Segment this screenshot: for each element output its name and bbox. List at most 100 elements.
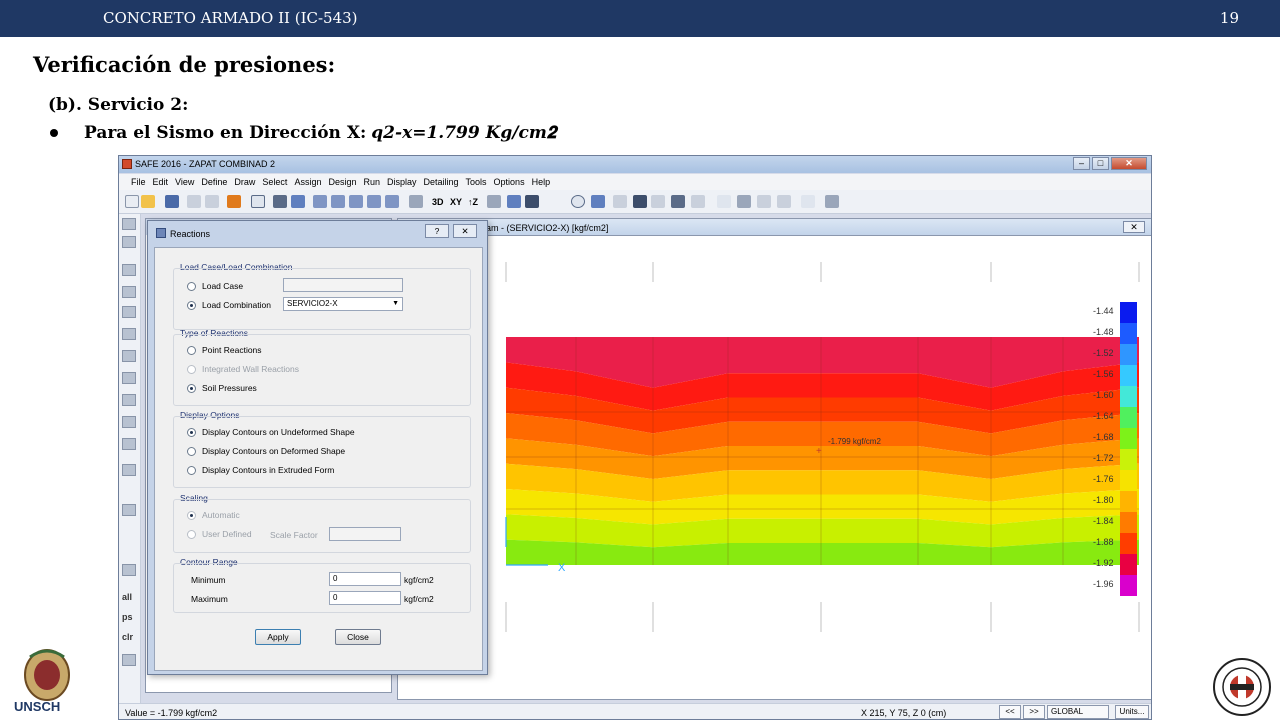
close-button[interactable]: Close — [335, 629, 381, 645]
run-check-icon[interactable] — [291, 195, 305, 208]
load-combination-select[interactable]: SERVICIO2-X ▼ — [283, 297, 403, 311]
intersect-icon[interactable] — [122, 564, 136, 576]
pan-icon[interactable] — [409, 195, 423, 208]
check-icon[interactable] — [525, 195, 539, 208]
reshape-icon[interactable] — [122, 236, 136, 248]
view-z-button[interactable]: ↑Z — [468, 197, 478, 207]
draw-column-icon[interactable] — [122, 328, 136, 340]
draw-rectangle-icon[interactable] — [122, 286, 136, 298]
dialog-title-bar: Reactions ? ✕ — [148, 221, 487, 243]
radio-load-combination[interactable]: Load Combination — [187, 300, 271, 310]
design-icon[interactable] — [757, 195, 771, 208]
load-case-select[interactable] — [283, 278, 403, 292]
menu-options[interactable]: Options — [494, 174, 532, 190]
radio-deformed[interactable]: Display Contours on Deformed Shape — [187, 446, 345, 456]
slab-icon[interactable] — [717, 195, 731, 208]
circle-icon[interactable] — [571, 195, 585, 208]
radio-load-case[interactable]: Load Case — [187, 281, 243, 291]
zoom-out-icon[interactable] — [349, 195, 363, 208]
menu-display[interactable]: Display — [387, 174, 424, 190]
minimize-button[interactable]: – — [1073, 157, 1090, 170]
units-button[interactable]: Units... — [1115, 705, 1149, 719]
new-file-icon[interactable] — [125, 195, 139, 208]
menu-detailing[interactable]: Detailing — [424, 174, 466, 190]
minimum-label: Minimum — [191, 575, 226, 585]
menu-assign[interactable]: Assign — [294, 174, 328, 190]
zoom-window-icon[interactable] — [313, 195, 327, 208]
legend-color-swatch — [1120, 470, 1137, 491]
radio-integrated-wall[interactable]: Integrated Wall Reactions — [187, 364, 299, 374]
grid-icon[interactable] — [122, 654, 136, 666]
radio-point-reactions[interactable]: Point Reactions — [187, 345, 262, 355]
close-window-button[interactable]: ✕ — [1111, 157, 1147, 170]
menu-draw[interactable]: Draw — [234, 174, 262, 190]
maximum-input[interactable]: 0 — [329, 591, 401, 605]
snap-icon[interactable] — [122, 464, 136, 476]
menu-run[interactable]: Run — [363, 174, 387, 190]
menu-select[interactable]: Select — [262, 174, 294, 190]
draw-slab-icon[interactable] — [122, 306, 136, 318]
legend-color-swatch — [1120, 386, 1137, 407]
radio-soil-pressures[interactable]: Soil Pressures — [187, 383, 257, 393]
run-icon[interactable] — [273, 195, 287, 208]
coordinate-system-select[interactable]: GLOBAL — [1047, 705, 1109, 719]
load-icon[interactable] — [633, 195, 647, 208]
undo-icon[interactable] — [187, 195, 201, 208]
view-xy-button[interactable]: XY — [450, 197, 462, 207]
table-icon[interactable] — [801, 195, 815, 208]
beam-icon[interactable] — [737, 195, 751, 208]
select-all-button[interactable]: all — [122, 592, 132, 602]
soil-pressure-plot: -1.44 -1.48 -1.52 -1.56 -1.60 -1.64 -1.68 -1.72… — [505, 262, 1140, 632]
pencil-icon[interactable] — [227, 195, 241, 208]
next-view-button[interactable]: >> — [1023, 705, 1045, 719]
view-3d-button[interactable]: 3D — [432, 197, 444, 207]
menu-file[interactable]: File — [131, 174, 153, 190]
reactions-icon[interactable] — [651, 195, 665, 208]
open-folder-icon[interactable] — [141, 195, 155, 208]
draw-wall-icon[interactable] — [122, 394, 136, 406]
draw-tendon-icon[interactable] — [122, 438, 136, 450]
strip-icon[interactable] — [691, 195, 705, 208]
close-plot-button[interactable]: ✕ — [1123, 221, 1145, 233]
axis-x-label: X — [558, 562, 566, 574]
zoom-all-icon[interactable] — [367, 195, 381, 208]
menu-design[interactable]: Design — [328, 174, 363, 190]
dimension-icon[interactable] — [122, 504, 136, 516]
zoom-in-icon[interactable] — [331, 195, 345, 208]
stress-icon[interactable] — [671, 195, 685, 208]
draw-line-icon[interactable] — [122, 350, 136, 362]
previous-view-button[interactable]: << — [999, 705, 1021, 719]
dialog-close-button[interactable]: ✕ — [453, 224, 477, 238]
select-icon[interactable] — [507, 195, 521, 208]
menu-view[interactable]: View — [175, 174, 201, 190]
apply-button[interactable]: Apply — [255, 629, 301, 645]
radio-extruded[interactable]: Display Contours in Extruded Form — [187, 465, 334, 475]
radio-automatic[interactable]: Automatic — [187, 510, 240, 520]
pointer-icon[interactable] — [122, 218, 136, 230]
lock-icon[interactable] — [251, 195, 265, 208]
scale-factor-input[interactable] — [329, 527, 401, 541]
help-button[interactable]: ? — [425, 224, 449, 238]
eye-icon[interactable] — [487, 195, 501, 208]
warning-icon[interactable] — [613, 195, 627, 208]
clear-selection-button[interactable]: clr — [122, 632, 133, 642]
draw-strip-icon[interactable] — [122, 416, 136, 428]
radio-undeformed[interactable]: Display Contours on Undeformed Shape — [187, 427, 355, 437]
draw-area-icon[interactable] — [122, 264, 136, 276]
minimum-input[interactable]: 0 — [329, 572, 401, 586]
safe-app-icon — [122, 159, 132, 169]
zoom-previous-icon[interactable] — [385, 195, 399, 208]
detail-icon[interactable] — [777, 195, 791, 208]
deformed-shape-icon[interactable] — [591, 195, 605, 208]
menu-tools[interactable]: Tools — [466, 174, 494, 190]
menu-help[interactable]: Help — [532, 174, 558, 190]
menu-edit[interactable]: Edit — [153, 174, 176, 190]
menu-define[interactable]: Define — [201, 174, 234, 190]
redo-icon[interactable] — [205, 195, 219, 208]
draw-beam-icon[interactable] — [122, 372, 136, 384]
previous-selection-button[interactable]: ps — [122, 612, 133, 622]
maximize-button[interactable]: □ — [1092, 157, 1109, 170]
report-icon[interactable] — [825, 195, 839, 208]
save-icon[interactable] — [165, 195, 179, 208]
radio-user-defined[interactable]: User Defined — [187, 529, 252, 539]
